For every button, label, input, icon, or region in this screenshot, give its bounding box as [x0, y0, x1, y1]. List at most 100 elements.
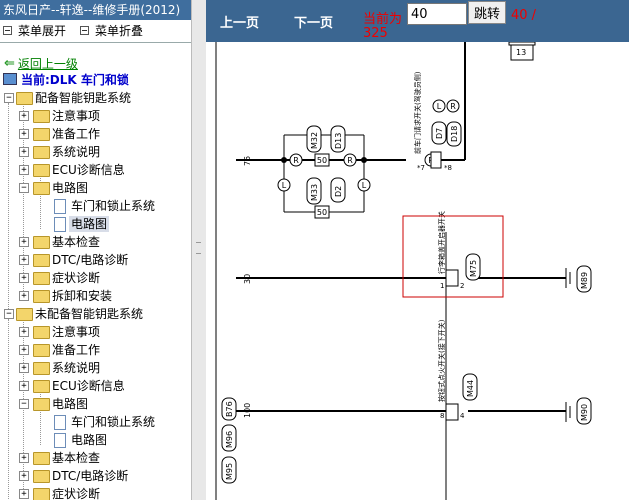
tree-item[interactable]: + 基本检查	[0, 233, 191, 251]
expand-toggle-icon[interactable]: +	[19, 147, 29, 157]
open-folder-icon	[16, 92, 33, 105]
component-label: 行李箱盖开启器开关	[437, 211, 446, 274]
folder-icon	[33, 452, 50, 465]
pin-label: 4	[460, 412, 465, 420]
row-number: 100	[243, 403, 252, 418]
tree-item-label: 症状诊断	[52, 271, 101, 285]
expand-toggle-icon[interactable]: +	[19, 111, 29, 121]
total-pages-line1: 40 /	[511, 8, 537, 23]
total-pages-line2: 325	[363, 26, 388, 41]
folder-icon	[33, 326, 50, 339]
tree-item-label: 电路图	[52, 181, 89, 195]
tree-group-no-smart-key[interactable]: − 未配备智能钥匙系统	[0, 305, 191, 323]
tree-leaf[interactable]: 电路图	[0, 431, 191, 449]
expand-toggle-icon[interactable]: +	[19, 345, 29, 355]
tree-item[interactable]: + DTC/电路诊断	[0, 251, 191, 269]
tree-item[interactable]: + 基本检查	[0, 449, 191, 467]
document-icon	[54, 433, 66, 448]
tree-item[interactable]: + ECU诊断信息	[0, 161, 191, 179]
expand-toggle-icon[interactable]: +	[19, 363, 29, 373]
connector-label: M89	[580, 272, 589, 289]
tree-item-label: DTC/电路诊断	[52, 253, 129, 267]
expand-toggle-icon[interactable]: +	[19, 327, 29, 337]
tree-item[interactable]: + 准备工作	[0, 125, 191, 143]
tree-item[interactable]: − 电路图	[0, 395, 191, 413]
back-link[interactable]: ⇐ 返回上一级	[0, 55, 191, 71]
wire-label: L	[282, 181, 287, 190]
tree-leaf[interactable]: 车门和锁止系统	[0, 413, 191, 431]
folder-icon	[33, 164, 50, 177]
page-number-input[interactable]	[407, 3, 467, 25]
collapse-toggle-icon[interactable]: −	[4, 309, 14, 319]
panel-splitter[interactable]	[191, 0, 207, 500]
tree-item[interactable]: + 注意事项	[0, 323, 191, 341]
prev-page-button[interactable]: 上一页	[220, 12, 259, 31]
expand-toggle-icon[interactable]: +	[19, 291, 29, 301]
collapse-toggle-icon[interactable]: −	[4, 93, 14, 103]
tree-item-label: DTC/电路诊断	[52, 469, 129, 483]
tree-item[interactable]: + 拆卸和安装	[0, 287, 191, 305]
expand-toggle-icon[interactable]: +	[19, 129, 29, 139]
folder-icon	[33, 272, 50, 285]
window-title: 东风日产--轩逸--维修手册(2012)	[0, 0, 191, 20]
current-location-label: 当前:DLK 车门和锁	[21, 72, 129, 87]
expand-toggle-icon[interactable]: +	[19, 453, 29, 463]
collapse-toggle-icon[interactable]: −	[19, 399, 29, 409]
connector-label: D13	[334, 133, 343, 149]
tree-group-label: 未配备智能钥匙系统	[35, 307, 144, 321]
connector-label: M32	[310, 132, 319, 149]
nav-tree: − 配备智能钥匙系统 + 注意事项 + 准备工作 + 系统说明 + ECU诊断信…	[0, 89, 191, 500]
expand-toggle-icon[interactable]: +	[19, 165, 29, 175]
tree-group-smart-key[interactable]: − 配备智能钥匙系统	[0, 89, 191, 107]
wiring-diagram: R 50 R R 50 L L L R M32 D13	[206, 42, 629, 500]
connector-label: M44	[466, 380, 475, 397]
back-link-label[interactable]: 返回上一级	[18, 55, 78, 72]
document-icon	[54, 199, 66, 214]
folder-icon	[33, 128, 50, 141]
connector-label: M33	[310, 184, 319, 201]
tree-item-label: 电路图	[52, 397, 89, 411]
document-icon	[54, 415, 66, 430]
go-button[interactable]: 跳转	[468, 1, 506, 24]
wire-label: 50	[317, 208, 327, 217]
tree-item[interactable]: − 电路图	[0, 179, 191, 197]
page-toolbar: 上一页 下一页 当前为 跳转 40 / 325	[206, 0, 629, 42]
tree-item[interactable]: + 症状诊断	[0, 485, 191, 500]
tree-item-label: ECU诊断信息	[52, 379, 125, 393]
collapse-menu-label: 菜单折叠	[95, 23, 144, 38]
connector-label: D2	[334, 186, 343, 197]
folder-icon	[33, 470, 50, 483]
tree-item-label: 基本检查	[52, 235, 101, 249]
tree-item[interactable]: + 症状诊断	[0, 269, 191, 287]
back-arrow-icon: ⇐	[4, 55, 15, 71]
folder-icon	[33, 146, 50, 159]
wire-label: L	[437, 102, 442, 111]
folder-icon	[33, 380, 50, 393]
current-location: 当前:DLK 车门和锁	[0, 71, 191, 87]
tree-leaf[interactable]: 车门和锁止系统	[0, 197, 191, 215]
tree-item[interactable]: + DTC/电路诊断	[0, 467, 191, 485]
open-folder-icon	[16, 308, 33, 321]
expand-toggle-icon[interactable]: +	[19, 381, 29, 391]
expand-toggle-icon[interactable]: +	[19, 255, 29, 265]
row-number: 75	[243, 156, 252, 166]
expand-icon	[3, 25, 12, 35]
wire-label: 50	[317, 156, 327, 165]
tree-item-label: 系统说明	[52, 145, 101, 159]
collapse-menu-button[interactable]: 菜单折叠	[80, 22, 143, 39]
expand-toggle-icon[interactable]: +	[19, 471, 29, 481]
expand-toggle-icon[interactable]: +	[19, 237, 29, 247]
collapse-toggle-icon[interactable]: −	[19, 183, 29, 193]
tree-item[interactable]: + 系统说明	[0, 359, 191, 377]
next-page-button[interactable]: 下一页	[294, 12, 333, 31]
tree-leaf-selected[interactable]: 电路图	[0, 215, 191, 233]
tree-item[interactable]: + 准备工作	[0, 341, 191, 359]
expand-toggle-icon[interactable]: +	[19, 489, 29, 499]
tree-item[interactable]: + 系统说明	[0, 143, 191, 161]
connector-label: M75	[469, 260, 478, 277]
expand-menu-button[interactable]: 菜单展开	[3, 22, 66, 39]
tree-item[interactable]: + 注意事项	[0, 107, 191, 125]
row-number: 30	[243, 274, 252, 284]
tree-item[interactable]: + ECU诊断信息	[0, 377, 191, 395]
expand-toggle-icon[interactable]: +	[19, 273, 29, 283]
